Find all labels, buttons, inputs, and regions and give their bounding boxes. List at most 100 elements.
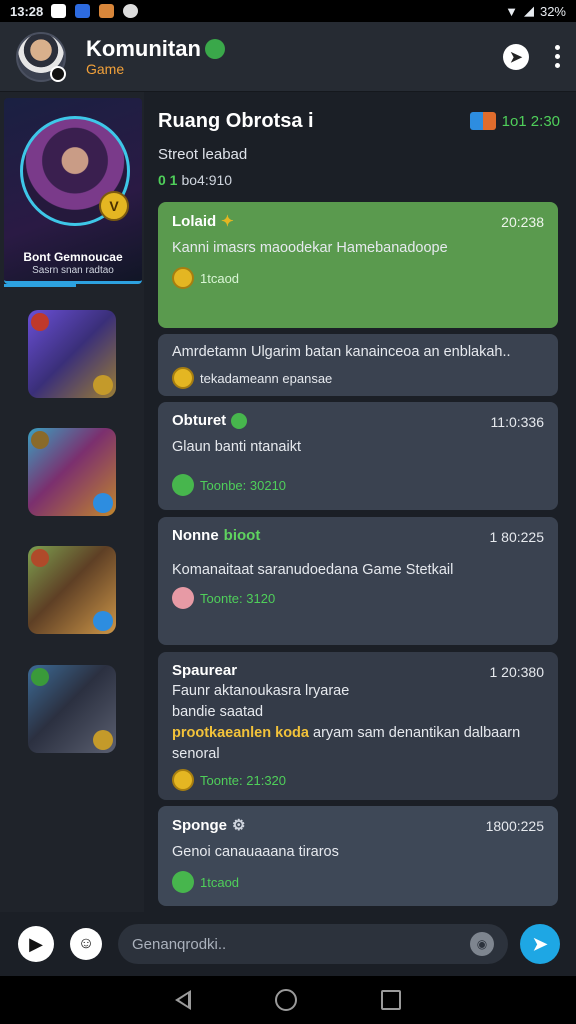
sender-name: Nonne bbox=[172, 527, 219, 544]
message-body: Komanaitaat saranudoedana Game Stetkail bbox=[172, 562, 454, 578]
room-subtitle: Streot leabad bbox=[158, 146, 248, 163]
profile-avatar[interactable] bbox=[16, 31, 66, 82]
leaf-icon bbox=[204, 39, 225, 59]
message-body: Kanni imasrs maoodekar Hamebanadoope bbox=[172, 240, 448, 256]
camera-icon bbox=[50, 65, 66, 82]
game-thumb-2[interactable] bbox=[28, 428, 116, 516]
user-avatar-icon bbox=[172, 587, 194, 609]
sender-name: Spaurear bbox=[172, 662, 238, 679]
app-title-text: Komunitan bbox=[86, 36, 201, 61]
message-sender: Obturet bbox=[172, 412, 544, 429]
reaction-label: tekadameann epansae bbox=[200, 370, 333, 386]
message-bubble[interactable]: Sponge ⚙ 1800:225 Genoi canauaaana tiraro… bbox=[158, 806, 558, 906]
game-sidebar: V Bont Gemnoucae Sasrn snan radtao bbox=[0, 92, 144, 912]
app-notification-icon bbox=[75, 4, 91, 18]
back-icon[interactable] bbox=[175, 990, 191, 1010]
game-notification-icon bbox=[99, 4, 115, 18]
signal-icon: ◢ bbox=[523, 3, 534, 18]
message-body: Glaun banti ntanaikt bbox=[172, 439, 301, 455]
reaction-label: 1tcaod bbox=[200, 270, 240, 286]
play-button[interactable]: ▶ bbox=[18, 926, 54, 962]
game-thumb-1[interactable] bbox=[28, 310, 116, 398]
game-thumb-3[interactable] bbox=[28, 546, 116, 634]
reaction-label: Toonte: 3120 bbox=[200, 590, 276, 606]
message-bubble[interactable]: Nonne bioot 1 80:225 Komanaitaat saranudo… bbox=[158, 517, 558, 645]
message-time: 1 80:225 bbox=[489, 529, 545, 545]
message-time: 11:0:336 bbox=[490, 414, 544, 430]
level-badge-icon bbox=[93, 493, 113, 513]
notification-icon bbox=[51, 4, 67, 18]
level-badge-icon bbox=[93, 375, 113, 395]
sender-name: Lolaid bbox=[172, 212, 217, 230]
coin-icon bbox=[172, 769, 194, 791]
message-line: prootkaeanlen koda aryam sam denantikan … bbox=[172, 723, 544, 744]
message-body: Faunr aktanoukasra lryarae bandie saatad… bbox=[172, 681, 544, 765]
message-text: aryam sam denantikan dalbaarn bbox=[313, 725, 521, 741]
message-body: Genoi canauaaana tiraros bbox=[172, 844, 339, 860]
reaction-row[interactable]: 1tcaod bbox=[172, 267, 544, 289]
message-time: 1800:225 bbox=[485, 818, 544, 834]
message-sender: Nonne bioot bbox=[172, 527, 544, 544]
camera-icon[interactable]: ◉ bbox=[470, 932, 494, 956]
reaction-label: Toonbe: 30210 bbox=[200, 477, 287, 493]
room-member-count: 0 1 bo4:910 bbox=[158, 172, 232, 188]
status-time: 13:28 bbox=[10, 3, 44, 19]
emoji-button[interactable]: ☺ bbox=[70, 928, 102, 960]
message-input-box: ◉ bbox=[118, 924, 508, 964]
game-badge-icon bbox=[31, 549, 49, 567]
level-badge-icon bbox=[93, 611, 113, 631]
reaction-row[interactable]: Toonbe: 30210 bbox=[172, 474, 544, 496]
selected-indicator bbox=[4, 284, 76, 287]
selected-game-name: Bont Gemnoucae bbox=[23, 250, 123, 264]
reaction-row[interactable]: Toonte: 3120 bbox=[172, 587, 544, 609]
battery-level: 32% bbox=[539, 3, 566, 19]
reaction-label: Toonte: 21:320 bbox=[200, 772, 287, 788]
reaction-row[interactable]: Toonte: 21:320 bbox=[172, 769, 544, 791]
level-badge-icon bbox=[93, 730, 113, 750]
game-badge-icon bbox=[31, 313, 49, 331]
message-line: Faunr aktanoukasra lryarae bbox=[172, 683, 350, 699]
message-input[interactable] bbox=[132, 935, 470, 953]
message-time: 20:238 bbox=[501, 214, 544, 230]
composer-bar: ▶ ☺ ◉ ➤ bbox=[0, 912, 576, 976]
more-menu-button[interactable] bbox=[555, 45, 560, 68]
message-notification-icon bbox=[123, 4, 139, 18]
message-sender: Lolaid ✦ bbox=[172, 212, 544, 231]
star-icon: ✦ bbox=[221, 213, 234, 230]
message-line: senoral bbox=[172, 746, 220, 762]
reaction-row[interactable]: 1tcaod bbox=[172, 871, 544, 893]
rank-badge-icon: V bbox=[99, 191, 129, 221]
gear-icon: ⚙ bbox=[232, 817, 246, 834]
hero-portrait: V bbox=[20, 116, 130, 226]
message-sender: Spaurear bbox=[172, 662, 544, 679]
wifi-icon: ▼ bbox=[505, 3, 518, 19]
game-thumb-4[interactable] bbox=[28, 665, 116, 753]
home-icon[interactable] bbox=[275, 989, 297, 1011]
chat-room: Ruang Obrotsa i 1o1 2:30 Streot leabad 0… bbox=[144, 92, 576, 912]
app-bar: Komunitan Game ➤ bbox=[0, 22, 576, 92]
status-bar: 13:28 ▼ ◢ 32% bbox=[0, 0, 576, 22]
send-button[interactable]: ➤ bbox=[520, 924, 560, 964]
sender-tag: bioot bbox=[223, 527, 261, 544]
message-bubble[interactable]: Obturet 11:0:336 Glaun banti ntanaikt To… bbox=[158, 402, 558, 510]
reaction-row[interactable]: tekadameann epansae bbox=[172, 367, 544, 389]
verified-icon bbox=[231, 412, 248, 429]
room-time-text: 1o1 2:30 bbox=[501, 112, 560, 130]
message-body: Amrdetamn Ulgarim batan kanainceoa an en… bbox=[172, 344, 511, 360]
member-count-number: 0 1 bbox=[158, 172, 178, 188]
system-nav-bar bbox=[0, 976, 576, 1024]
recent-apps-icon[interactable] bbox=[381, 990, 401, 1010]
game-badge-icon bbox=[31, 431, 49, 449]
reaction-label: 1tcaod bbox=[200, 874, 240, 890]
message-bubble[interactable]: Lolaid ✦ 20:238 Kanni imasrs maoodekar Ha… bbox=[158, 202, 558, 328]
message-bubble[interactable]: Spaurear 1 20:380 Faunr aktanoukasra lry… bbox=[158, 652, 558, 800]
room-time: 1o1 2:30 bbox=[469, 112, 560, 130]
coin-icon bbox=[172, 367, 194, 389]
message-bubble[interactable]: Amrdetamn Ulgarim batan kanainceoa an en… bbox=[158, 334, 558, 396]
app-title: Komunitan bbox=[86, 36, 225, 62]
game-badge-icon bbox=[31, 668, 49, 686]
compass-button[interactable]: ➤ bbox=[503, 43, 529, 70]
selected-game-card[interactable]: V Bont Gemnoucae Sasrn snan radtao bbox=[4, 98, 142, 284]
user-avatar-icon bbox=[172, 474, 194, 496]
highlight-text: prootkaeanlen koda bbox=[172, 725, 309, 741]
